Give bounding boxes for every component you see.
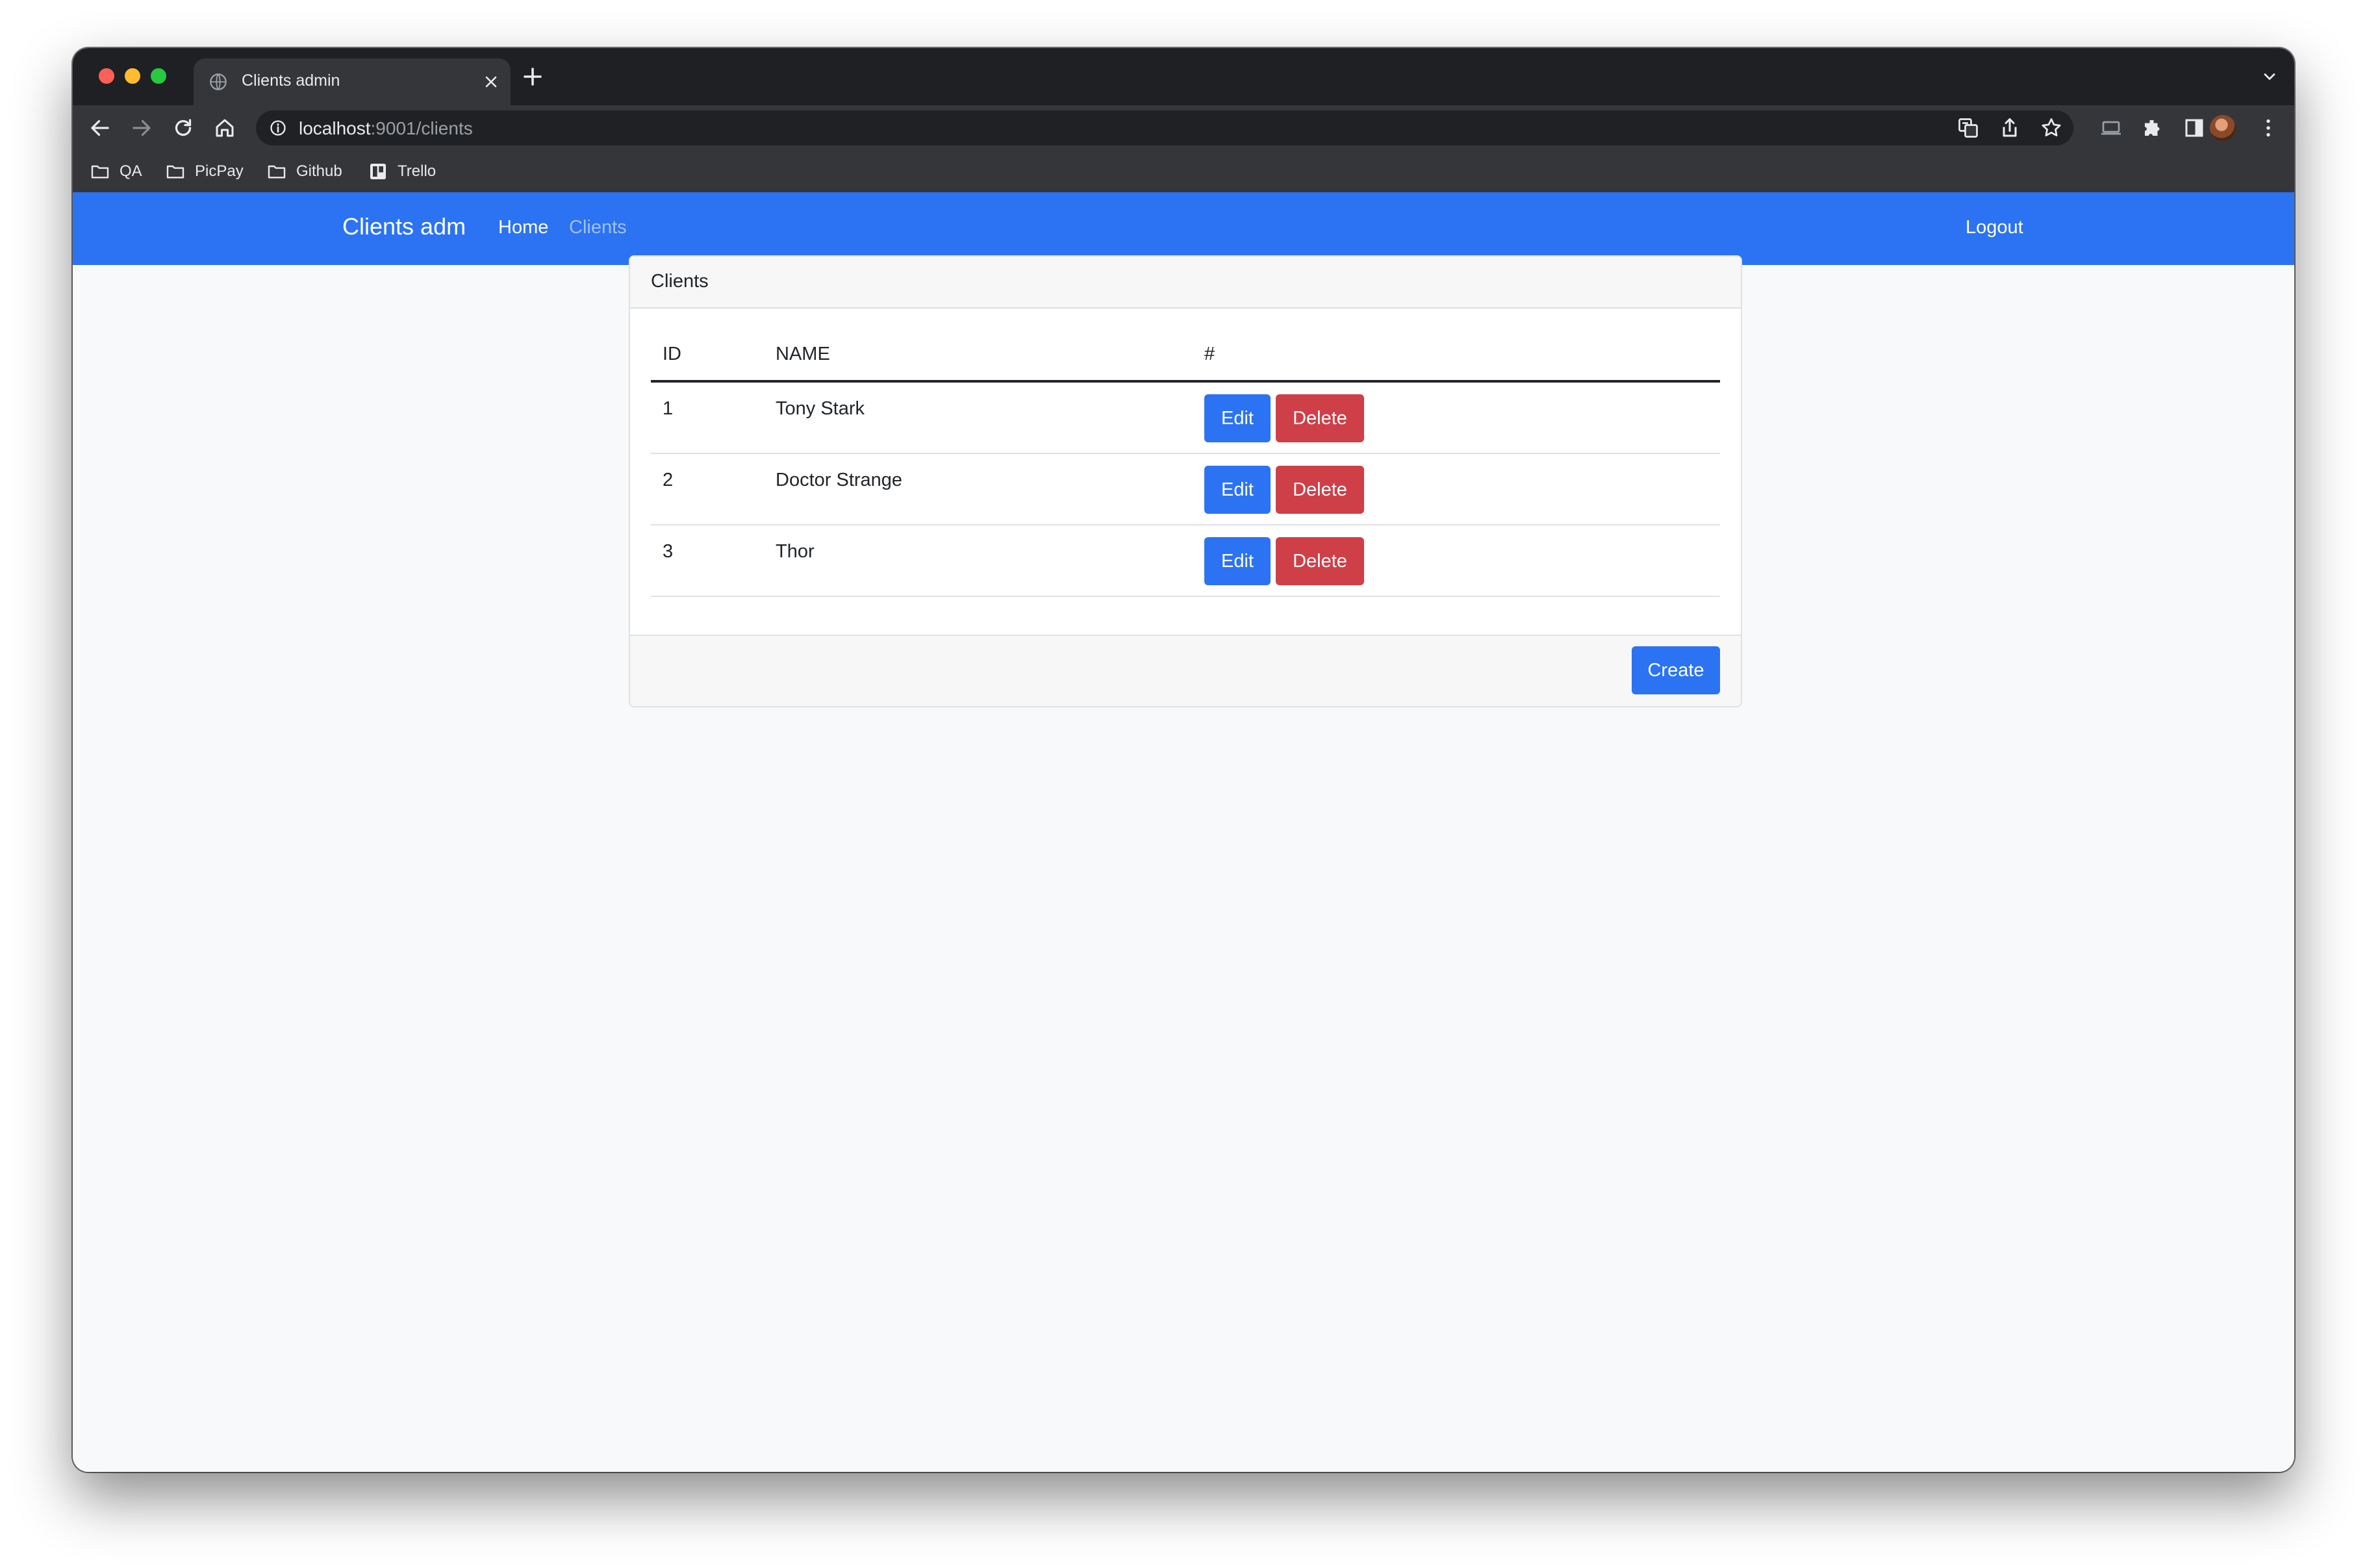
column-header-actions: # — [1204, 344, 1215, 364]
folder-icon — [166, 165, 184, 179]
top-navbar: Clients adm Home Clients Logout — [73, 192, 2294, 265]
info-icon[interactable] — [269, 119, 287, 137]
client-name: Doctor Strange — [776, 470, 903, 490]
bookmark-qa[interactable]: QA — [90, 160, 142, 183]
client-id: 3 — [663, 541, 674, 562]
bookmark-label: Trello — [398, 162, 437, 180]
tab-strip: Clients admin — [73, 48, 2294, 105]
forward-arrow-icon[interactable] — [130, 116, 153, 140]
globe-icon — [210, 73, 227, 90]
close-tab-icon[interactable] — [482, 73, 500, 91]
translate-icon[interactable] — [1956, 116, 1980, 140]
reload-icon[interactable] — [171, 116, 195, 140]
extensions-icon[interactable] — [2141, 116, 2164, 140]
nav-link-clients[interactable]: Clients — [569, 217, 627, 238]
profile-avatar[interactable] — [2210, 115, 2236, 141]
column-header-name: NAME — [776, 344, 830, 364]
bookmark-github[interactable]: Github — [266, 160, 342, 183]
bookmark-label: Github — [296, 162, 342, 180]
bookmark-trello[interactable]: Trello — [368, 160, 436, 183]
browser-window: Clients admin localhost:9001/clients QA … — [73, 48, 2294, 1472]
card-footer: Create — [630, 635, 1741, 706]
trello-icon — [370, 164, 386, 179]
card-header: Clients — [630, 257, 1741, 309]
browser-tab[interactable]: Clients admin — [194, 58, 511, 105]
close-window-button[interactable] — [99, 68, 114, 84]
create-button[interactable]: Create — [1632, 646, 1720, 694]
bookmark-label: PicPay — [195, 162, 244, 180]
new-tab-icon[interactable] — [521, 65, 544, 88]
url-text: localhost:9001/clients — [299, 118, 473, 138]
card-title: Clients — [651, 271, 709, 292]
table-row: 3 Thor Edit Delete — [651, 525, 1720, 597]
maximize-window-button[interactable] — [151, 68, 166, 84]
table-row: 2 Doctor Strange Edit Delete — [651, 454, 1720, 525]
browser-toolbar: localhost:9001/clients — [73, 105, 2294, 151]
home-icon[interactable] — [213, 116, 236, 140]
navbar-brand[interactable]: Clients adm — [342, 213, 466, 240]
clients-card: Clients ID NAME # 1 Tony Stark Edit Dele… — [629, 255, 1742, 707]
cast-icon[interactable] — [2099, 116, 2123, 140]
edit-button[interactable]: Edit — [1204, 466, 1271, 514]
back-arrow-icon[interactable] — [88, 116, 112, 140]
delete-button[interactable]: Delete — [1276, 394, 1364, 442]
client-id: 1 — [663, 398, 674, 419]
share-icon[interactable] — [1998, 116, 2021, 140]
logout-link[interactable]: Logout — [1966, 217, 2023, 238]
page-content: Clients adm Home Clients Logout Clients … — [73, 192, 2294, 1472]
edit-button[interactable]: Edit — [1204, 394, 1271, 442]
delete-button[interactable]: Delete — [1276, 466, 1364, 514]
address-bar[interactable]: localhost:9001/clients — [256, 110, 2073, 145]
edit-button[interactable]: Edit — [1204, 537, 1271, 585]
nav-link-home[interactable]: Home — [498, 217, 548, 238]
table-header: ID NAME # — [651, 329, 1720, 383]
bookmarks-bar: QA PicPay Github Trello — [73, 151, 2294, 192]
more-menu-icon[interactable] — [2257, 116, 2280, 140]
column-header-id: ID — [663, 344, 681, 364]
star-icon[interactable] — [2040, 116, 2063, 140]
client-name: Thor — [776, 541, 815, 562]
clients-table: ID NAME # 1 Tony Stark Edit Delete 2 Doc… — [651, 329, 1720, 597]
folder-icon — [91, 165, 109, 179]
delete-button[interactable]: Delete — [1276, 537, 1364, 585]
side-panel-icon[interactable] — [2183, 116, 2206, 140]
chevron-down-icon[interactable] — [2260, 68, 2279, 86]
folder-icon — [268, 165, 286, 179]
bookmark-label: QA — [120, 162, 142, 180]
client-name: Tony Stark — [776, 398, 865, 419]
tab-title: Clients admin — [242, 71, 340, 90]
bookmark-picpay[interactable]: PicPay — [165, 160, 244, 183]
client-id: 2 — [663, 470, 674, 490]
table-row: 1 Tony Stark Edit Delete — [651, 383, 1720, 454]
minimize-window-button[interactable] — [125, 68, 140, 84]
